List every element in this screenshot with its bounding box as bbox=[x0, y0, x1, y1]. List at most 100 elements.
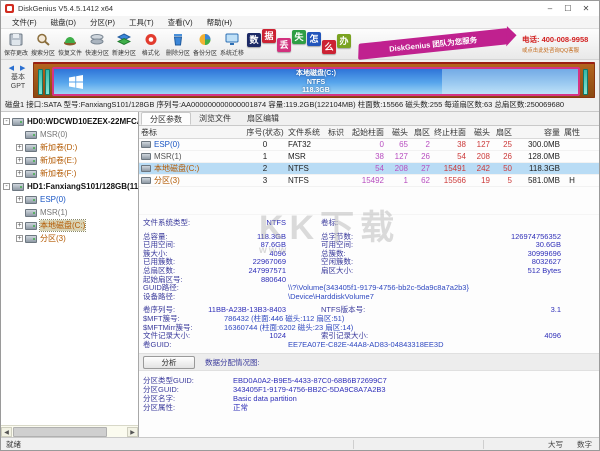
tab-3[interactable]: 扇区编辑 bbox=[239, 112, 287, 125]
detail-label: 卷标: bbox=[321, 219, 393, 228]
detail-row: $MFT簇号:786432 (柱面:446 磁头:112 扇区:51) bbox=[141, 315, 597, 324]
table-row[interactable]: 本地磁盘(C:)2NTFS54208271549124250118.3GB bbox=[139, 163, 599, 175]
tree-item-1[interactable]: -HD0:WDCWD10EZEX-22MFCA0(932G bbox=[1, 115, 138, 128]
expand-icon[interactable]: + bbox=[16, 222, 23, 229]
cell: 62 bbox=[410, 176, 432, 185]
scroll-track[interactable] bbox=[12, 427, 127, 437]
tab-2[interactable]: 浏览文件 bbox=[191, 112, 239, 125]
tree-item-10[interactable]: +分区(3) bbox=[1, 232, 138, 245]
detail-value: EE7EA07E-C82E-44A8-AD83-04843318EE3D bbox=[288, 341, 444, 350]
partition-block-recovery[interactable] bbox=[583, 69, 588, 95]
expand-icon[interactable]: + bbox=[16, 170, 23, 177]
partition-block-msr[interactable] bbox=[45, 69, 50, 95]
scroll-left-icon[interactable]: ◀ bbox=[1, 427, 12, 437]
detail-row: 文件系统类型:NTFS卷标: bbox=[141, 219, 597, 228]
close-button[interactable]: ✕ bbox=[577, 3, 595, 15]
toolbar-button-4[interactable]: 快速分区 bbox=[83, 30, 110, 59]
toolbar-button-2[interactable]: 搜索分区 bbox=[29, 30, 56, 59]
scroll-thumb[interactable] bbox=[13, 427, 107, 437]
col-header-10[interactable]: 扇区 bbox=[492, 127, 514, 138]
tree-item-label: ESP(0) bbox=[40, 195, 66, 204]
detail-row: 总扇区数:247997571扇区大小:512 Bytes bbox=[141, 267, 597, 276]
scroll-right-icon[interactable]: ▶ bbox=[127, 427, 138, 437]
partition-c-labels: 本地磁盘(C:) NTFS 118.3GB bbox=[54, 70, 578, 96]
expand-icon[interactable]: + bbox=[16, 144, 23, 151]
tree-item-8[interactable]: MSR(1) bbox=[1, 206, 138, 219]
tree-item-5[interactable]: + 新加卷(F:) bbox=[1, 167, 138, 180]
cell: 127 bbox=[386, 152, 410, 161]
tree-item-label: MSR(1) bbox=[40, 208, 68, 217]
col-header-12[interactable]: 属性 bbox=[562, 127, 582, 138]
partition-info-label: 分区属性: bbox=[141, 404, 233, 413]
toolbar-button-label: 系统迁移 bbox=[220, 47, 244, 56]
tree-item-9[interactable]: +本地磁盘(C:) bbox=[1, 219, 138, 232]
drive-icon bbox=[25, 222, 37, 230]
tree-horizontal-scrollbar[interactable]: ◀ ▶ bbox=[1, 425, 138, 437]
maximize-button[interactable]: ☐ bbox=[559, 3, 577, 15]
col-header-8[interactable]: 终止柱面 bbox=[432, 127, 468, 138]
toolbar-button-6[interactable]: 格式化 bbox=[137, 30, 164, 59]
tab-1[interactable]: 分区参数 bbox=[141, 112, 191, 125]
tree-item-label: 新加卷(F:) bbox=[40, 168, 76, 179]
disk-strip: 本地磁盘(C:) NTFS 118.3GB bbox=[33, 62, 595, 98]
ad-banner-area[interactable]: 数据丢失怎么办 DiskGenius 团队为您服务 电话: 400-008-99… bbox=[247, 29, 588, 59]
expand-icon[interactable]: + bbox=[16, 235, 23, 242]
disk-prev-next-icons[interactable]: ◀ ▶ bbox=[3, 64, 33, 73]
col-header-11[interactable]: 容量 bbox=[514, 127, 562, 138]
col-header-4[interactable]: 标识 bbox=[326, 127, 350, 138]
menu-item-1[interactable]: 磁盘(D) bbox=[44, 16, 83, 29]
col-header-1[interactable]: 卷标 bbox=[139, 127, 244, 138]
toolbar-button-9[interactable]: 系统迁移 bbox=[218, 30, 245, 59]
disk-info-line: 磁盘1 接口:SATA 型号:FanxiangS101/128GB 序列号:AA… bbox=[1, 98, 599, 111]
menu-item-0[interactable]: 文件(F) bbox=[5, 16, 44, 29]
ad-tile-4: 失 bbox=[292, 30, 306, 44]
num-indicator: 数字 bbox=[570, 439, 599, 450]
col-header-9[interactable]: 磁头 bbox=[468, 127, 492, 138]
cell: 2 bbox=[410, 140, 432, 149]
collapse-icon[interactable]: - bbox=[3, 183, 10, 190]
cell: ESP(0) bbox=[139, 140, 244, 149]
col-header-7[interactable]: 扇区 bbox=[410, 127, 432, 138]
diskgenius-window: DiskGenius V5.4.5.1412 x64 – ☐ ✕ 文件(F)磁盘… bbox=[0, 0, 600, 451]
menu-item-2[interactable]: 分区(P) bbox=[83, 16, 122, 29]
ad-qq-link[interactable]: 或点击此处咨询QQ客服 bbox=[522, 45, 582, 53]
quick-partition-icon bbox=[89, 32, 105, 47]
detail-label: 文件系统类型: bbox=[141, 219, 206, 228]
status-ready: 就绪 bbox=[1, 439, 351, 450]
ad-ribbon-text: DiskGenius 团队为您服务 bbox=[388, 34, 477, 54]
table-row[interactable]: 分区(3)3NTFS1549216215566195581.0MBH bbox=[139, 175, 599, 187]
col-header-2[interactable]: 序号(状态) bbox=[244, 127, 286, 138]
minimize-button[interactable]: – bbox=[541, 3, 559, 15]
menu-item-4[interactable]: 查看(V) bbox=[161, 16, 200, 29]
tree-item-4[interactable]: +新加卷(E:) bbox=[1, 154, 138, 167]
toolbar-button-label: 保存更改 bbox=[4, 47, 28, 56]
menu-item-5[interactable]: 帮助(H) bbox=[200, 16, 239, 29]
toolbar-button-8[interactable]: 备份分区 bbox=[191, 30, 218, 59]
collapse-icon[interactable]: - bbox=[3, 118, 10, 125]
col-header-3[interactable]: 文件系统 bbox=[286, 127, 326, 138]
tree-item-2[interactable]: MSR(0) bbox=[1, 128, 138, 141]
toolbar-button-1[interactable]: 保存更改 bbox=[2, 30, 29, 59]
menu-item-3[interactable]: 工具(T) bbox=[122, 16, 161, 29]
col-header-5[interactable]: 起始柱面 bbox=[350, 127, 386, 138]
toolbar-button-7[interactable]: 删除分区 bbox=[164, 30, 191, 59]
toolbar-button-3[interactable]: 恢复文件 bbox=[56, 30, 83, 59]
tree-item-label: MSR(0) bbox=[40, 130, 68, 139]
partition-block-c[interactable]: 本地磁盘(C:) NTFS 118.3GB bbox=[52, 67, 580, 96]
window-title: DiskGenius V5.4.5.1412 x64 bbox=[18, 4, 113, 13]
partition-block-esp[interactable] bbox=[38, 69, 43, 95]
expand-icon[interactable]: + bbox=[16, 157, 23, 164]
cell: 1 bbox=[386, 176, 410, 185]
cell: 27 bbox=[410, 164, 432, 173]
tree-item-6[interactable]: -HD1:FanxiangS101/128GB(119GB) bbox=[1, 180, 138, 193]
col-header-6[interactable]: 磁头 bbox=[386, 127, 410, 138]
tree-item-7[interactable]: + ESP(0) bbox=[1, 193, 138, 206]
analyze-button[interactable]: 分析 bbox=[143, 356, 195, 369]
table-row[interactable]: ESP(0)0FAT3206523812725300.0MB bbox=[139, 139, 599, 151]
cell: 1 bbox=[244, 152, 286, 161]
partition-info-row: 分区名字:Basic data partition bbox=[141, 395, 597, 404]
toolbar-button-5[interactable]: 新建分区 bbox=[110, 30, 137, 59]
expand-icon[interactable]: + bbox=[16, 196, 23, 203]
tree-item-3[interactable]: +新加卷(D:) bbox=[1, 141, 138, 154]
table-row[interactable]: MSR(1)1MSR38127265420826128.0MB bbox=[139, 151, 599, 163]
